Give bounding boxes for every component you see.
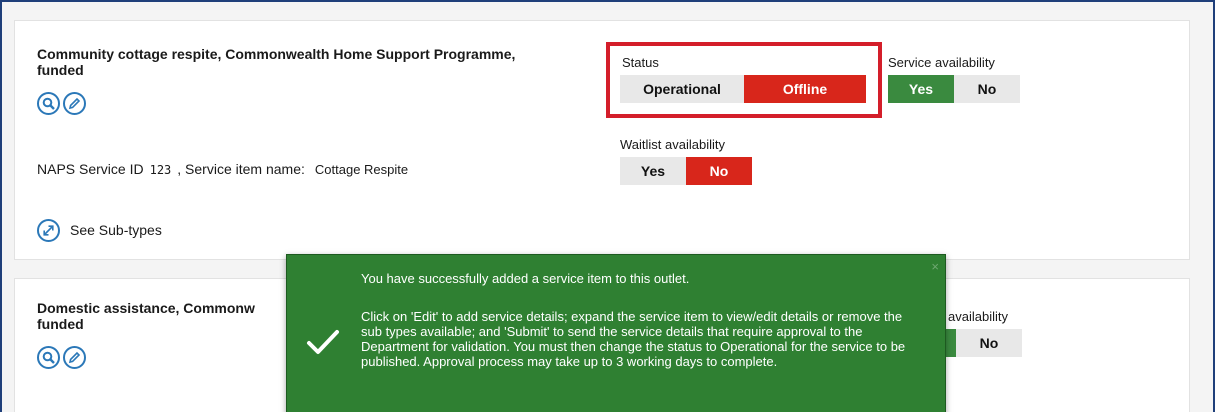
search-icon [42, 351, 55, 364]
title-line-2: funded [37, 316, 84, 332]
service-item-title: Community cottage respite, Commonwealth … [37, 46, 516, 78]
edit-pencil-icon [68, 351, 81, 364]
checkmark-icon [307, 330, 339, 354]
naps-label: NAPS Service ID [37, 161, 144, 177]
service-meta: NAPS Service ID 123 , Service item name: Co… [37, 161, 408, 177]
service-item-title-2: Domestic assistance, Commonw funded [37, 300, 297, 332]
waitlist-availability-no[interactable]: No [686, 157, 752, 185]
service-item-name: Cottage Respite [314, 162, 409, 177]
edit-button[interactable] [63, 92, 86, 115]
service-availability-label-2: availability [948, 309, 1008, 324]
waitlist-availability-toggle: Yes No [620, 157, 752, 185]
search-icon [42, 97, 55, 110]
success-toast: × You have successfully added a service … [286, 254, 946, 412]
service-availability-yes[interactable]: Yes [888, 75, 954, 103]
edit-button-2[interactable] [63, 346, 86, 369]
service-availability-label: Service availability [888, 55, 995, 70]
status-toggle: Operational Offline [620, 75, 866, 103]
service-item-name-label: , Service item name: [177, 161, 305, 177]
expand-icon [37, 219, 60, 242]
toast-message-title: You have successfully added a service it… [361, 271, 690, 286]
waitlist-availability-label: Waitlist availability [620, 137, 725, 152]
service-item-card: Community cottage respite, Commonwealth … [14, 20, 1190, 260]
status-label: Status [622, 55, 659, 70]
page-frame: Community cottage respite, Commonwealth … [0, 0, 1215, 412]
title-line-1: Domestic assistance, Commonw [37, 300, 255, 316]
view-button-2[interactable] [37, 346, 60, 369]
status-operational-option[interactable]: Operational [620, 75, 744, 103]
service-availability-toggle: Yes No [888, 75, 1020, 103]
naps-id: 123 [149, 163, 172, 177]
edit-pencil-icon [68, 97, 81, 110]
close-icon[interactable]: × [931, 259, 939, 274]
service-availability-no-2[interactable]: No [956, 329, 1022, 357]
service-availability-no[interactable]: No [954, 75, 1020, 103]
waitlist-availability-yes[interactable]: Yes [620, 157, 686, 185]
toast-message-body: Click on 'Edit' to add service details; … [361, 309, 906, 369]
see-subtypes-label: See Sub-types [70, 222, 162, 238]
status-offline-option[interactable]: Offline [744, 75, 866, 103]
view-button[interactable] [37, 92, 60, 115]
service-availability-toggle-2: No [942, 329, 1022, 357]
